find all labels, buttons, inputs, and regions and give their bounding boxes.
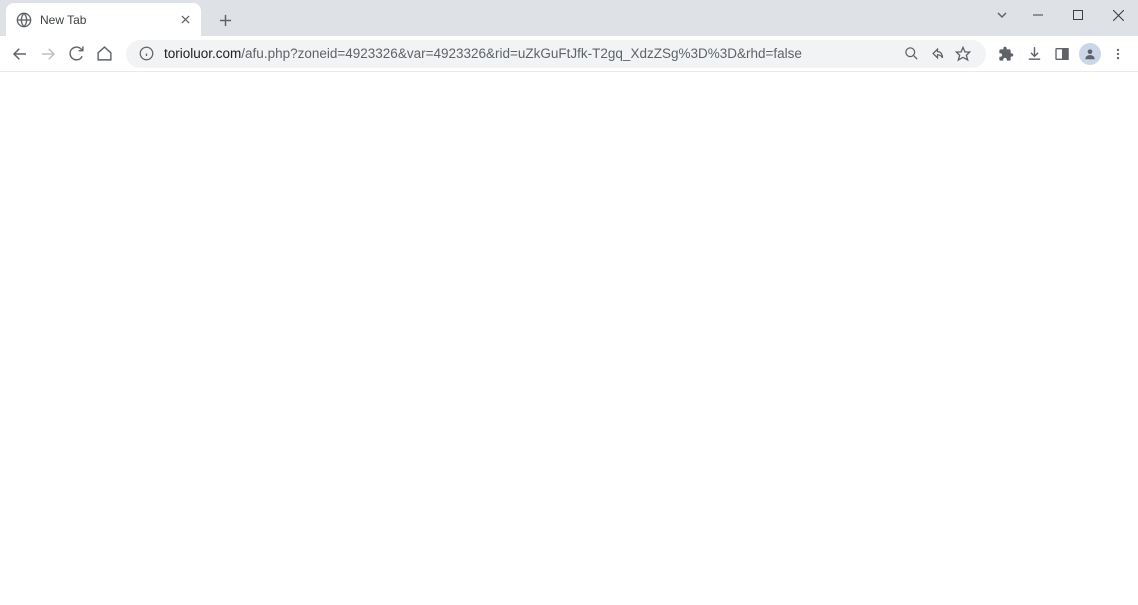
profile-avatar-icon — [1079, 43, 1101, 65]
profile-button[interactable] — [1076, 40, 1104, 68]
toolbar-right — [992, 40, 1132, 68]
downloads-button[interactable] — [1020, 40, 1048, 68]
minimize-window-button[interactable] — [1018, 0, 1058, 30]
tab-strip: New Tab — [0, 0, 1138, 36]
browser-toolbar: torioluor.com/afu.php?zoneid=4923326&var… — [0, 36, 1138, 72]
browser-tab[interactable]: New Tab — [6, 3, 201, 36]
url-path: /afu.php?zoneid=4923326&var=4923326&rid=… — [241, 46, 802, 61]
share-icon[interactable] — [924, 41, 950, 67]
forward-button[interactable] — [34, 40, 62, 68]
url-domain: torioluor.com — [164, 46, 241, 61]
search-tabs-button[interactable] — [986, 0, 1018, 30]
menu-button[interactable] — [1104, 40, 1132, 68]
bookmark-icon[interactable] — [950, 41, 976, 67]
window-controls — [986, 0, 1138, 30]
side-panel-button[interactable] — [1048, 40, 1076, 68]
close-tab-button[interactable] — [177, 12, 193, 28]
close-window-button[interactable] — [1098, 0, 1138, 30]
home-button[interactable] — [90, 40, 118, 68]
tab-title: New Tab — [40, 13, 177, 27]
back-button[interactable] — [6, 40, 34, 68]
address-bar[interactable]: torioluor.com/afu.php?zoneid=4923326&var… — [126, 40, 986, 68]
extensions-button[interactable] — [992, 40, 1020, 68]
page-content — [0, 72, 1138, 605]
new-tab-button[interactable] — [211, 6, 239, 34]
site-info-icon[interactable] — [136, 44, 156, 64]
maximize-window-button[interactable] — [1058, 0, 1098, 30]
zoom-icon[interactable] — [898, 41, 924, 67]
url-display: torioluor.com/afu.php?zoneid=4923326&var… — [164, 46, 898, 61]
globe-icon — [16, 12, 32, 28]
browser-window: New Tab — [0, 0, 1138, 605]
reload-button[interactable] — [62, 40, 90, 68]
